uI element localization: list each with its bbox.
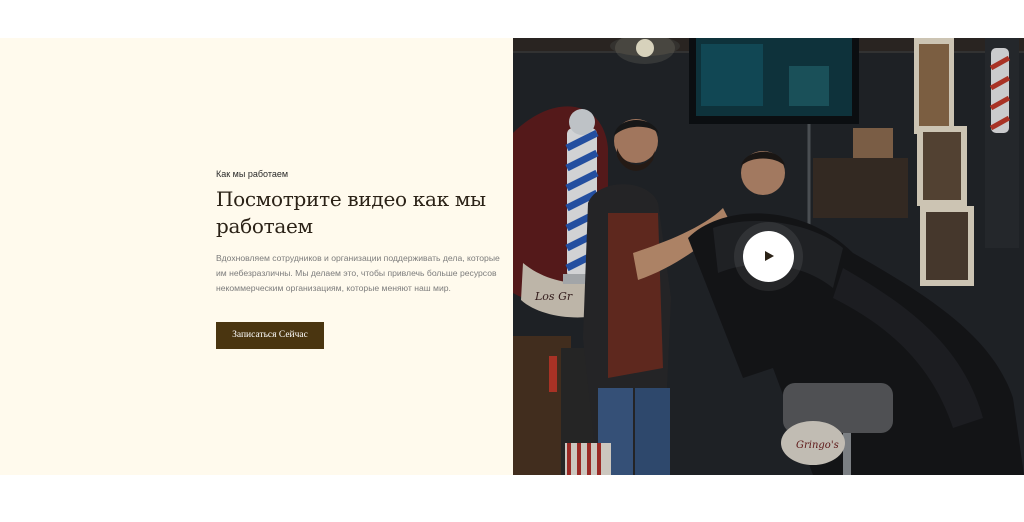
text-content: Как мы работаем Посмотрите видео как мы … <box>216 169 506 349</box>
section-eyebrow: Как мы работаем <box>216 169 289 179</box>
play-icon <box>765 251 774 261</box>
text-panel: Как мы работаем Посмотрите видео как мы … <box>0 38 513 475</box>
video-section: Как мы работаем Посмотрите видео как мы … <box>0 38 1024 475</box>
section-heading: Посмотрите видео как мы работаем <box>216 187 486 238</box>
play-button[interactable] <box>743 231 794 282</box>
section-description: Вдохновляем сотрудников и организации по… <box>216 253 500 293</box>
video-panel[interactable]: Los Gr <box>513 38 1024 475</box>
book-now-button[interactable]: Записаться Сейчас <box>216 322 324 349</box>
